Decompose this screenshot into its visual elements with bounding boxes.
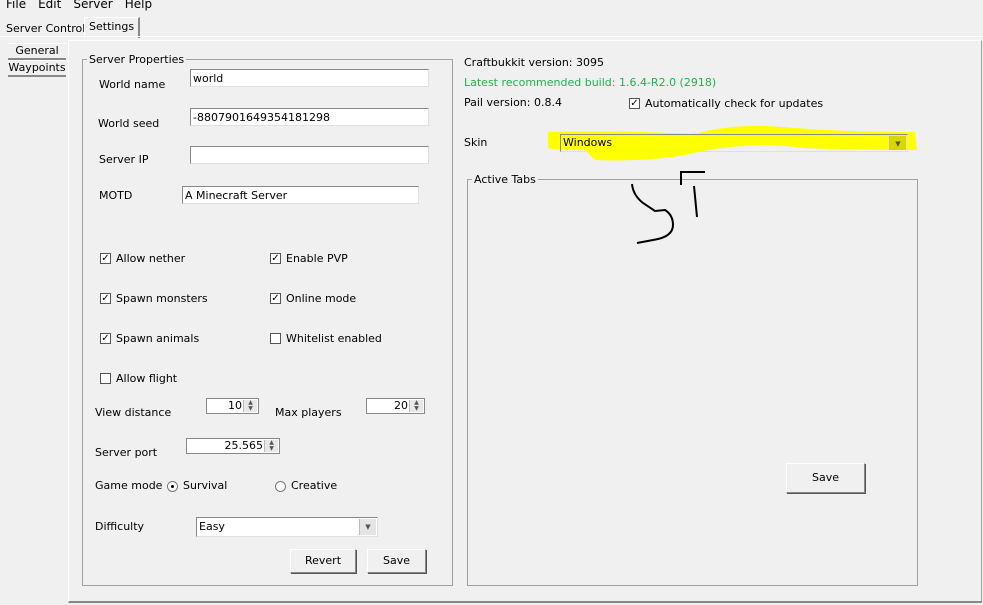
menu-server[interactable]: Server <box>73 0 112 11</box>
view-distance-spinner[interactable]: 10 ▲ ▼ <box>206 398 259 414</box>
tab-server-control[interactable]: Server Control <box>2 20 90 37</box>
online-mode-label: Online mode <box>286 292 357 305</box>
enable-pvp-checkbox[interactable]: ✓ <box>270 253 281 264</box>
craftbukkit-version: Craftbukkit version: 3095 <box>464 56 604 69</box>
spawn-animals-label: Spawn animals <box>116 332 200 345</box>
revert-button[interactable]: Revert <box>290 549 356 573</box>
survival-radio[interactable] <box>167 481 178 492</box>
whitelist-checkbox[interactable] <box>270 333 281 344</box>
tab-settings[interactable]: Settings <box>84 17 141 38</box>
creative-label: Creative <box>291 479 338 492</box>
spinner-arrows-icon[interactable]: ▲ ▼ <box>243 400 257 412</box>
server-ip-label: Server IP <box>99 153 149 166</box>
server-ip-input[interactable] <box>190 146 429 164</box>
side-tab-general[interactable]: General <box>8 43 66 60</box>
world-name-input[interactable]: world <box>190 69 429 87</box>
allow-nether-checkbox[interactable]: ✓ <box>100 253 111 264</box>
world-name-label: World name <box>99 78 166 91</box>
enable-pvp-label: Enable PVP <box>286 252 348 265</box>
creative-radio[interactable] <box>275 481 286 492</box>
max-players-spinner[interactable]: 20 ▲ ▼ <box>366 398 425 414</box>
world-seed-label: World seed <box>98 117 160 130</box>
menu-bar: File Edit Server Help <box>6 0 164 11</box>
motd-input[interactable]: A Minecraft Server <box>182 186 419 204</box>
chevron-down-icon[interactable]: ▼ <box>359 519 376 535</box>
server-properties-group: Server Properties <box>82 53 453 586</box>
save-skin-button[interactable]: Save <box>786 463 865 493</box>
difficulty-value: Easy <box>199 520 225 533</box>
max-players-label: Max players <box>275 406 342 419</box>
allow-flight-label: Allow flight <box>116 372 178 385</box>
server-port-spinner[interactable]: 25.565 ▲ ▼ <box>186 438 280 454</box>
chevron-down-icon[interactable]: ▼ <box>889 136 906 150</box>
difficulty-label: Difficulty <box>95 520 145 533</box>
spinner-arrows-icon[interactable]: ▲ ▼ <box>409 400 423 412</box>
difficulty-select[interactable]: Easy ▼ <box>196 517 378 537</box>
menu-edit[interactable]: Edit <box>38 0 61 11</box>
spinner-arrows-icon[interactable]: ▲ ▼ <box>264 440 278 452</box>
spawn-monsters-label: Spawn monsters <box>116 292 208 305</box>
auto-update-label: Automatically check for updates <box>645 97 824 110</box>
menu-help[interactable]: Help <box>125 0 152 11</box>
server-properties-legend: Server Properties <box>89 53 185 66</box>
survival-label: Survival <box>183 479 228 492</box>
side-tab-waypoints[interactable]: Waypoints <box>8 60 66 77</box>
view-distance-label: View distance <box>95 406 172 419</box>
tab-content-border <box>0 36 983 37</box>
pail-version: Pail version: 0.8.4 <box>464 96 562 109</box>
save-properties-button[interactable]: Save <box>367 549 426 573</box>
game-mode-label: Game mode <box>95 479 163 492</box>
max-players-value: 20 <box>394 399 408 412</box>
world-seed-input[interactable]: -8807901649354181298 <box>190 108 429 126</box>
online-mode-checkbox[interactable]: ✓ <box>270 293 281 304</box>
spawn-animals-checkbox[interactable]: ✓ <box>100 333 111 344</box>
motd-label: MOTD <box>99 189 133 202</box>
server-port-label: Server port <box>95 446 158 459</box>
latest-build[interactable]: Latest recommended build: 1.6.4-R2.0 (29… <box>464 76 716 89</box>
handwritten-scribble-annotation <box>631 171 705 244</box>
view-distance-value: 10 <box>228 399 242 412</box>
skin-value: Windows <box>563 136 613 149</box>
menu-file[interactable]: File <box>6 0 26 11</box>
server-port-value: 25.565 <box>224 439 264 452</box>
allow-nether-label: Allow nether <box>116 252 186 265</box>
allow-flight-checkbox[interactable] <box>100 373 111 384</box>
auto-update-checkbox[interactable]: ✓ <box>629 98 640 109</box>
whitelist-label: Whitelist enabled <box>286 332 382 345</box>
spawn-monsters-checkbox[interactable]: ✓ <box>100 293 111 304</box>
active-tabs-legend: Active Tabs <box>474 173 536 186</box>
skin-select[interactable]: Windows ▼ <box>560 134 908 152</box>
skin-label: Skin <box>464 136 488 149</box>
